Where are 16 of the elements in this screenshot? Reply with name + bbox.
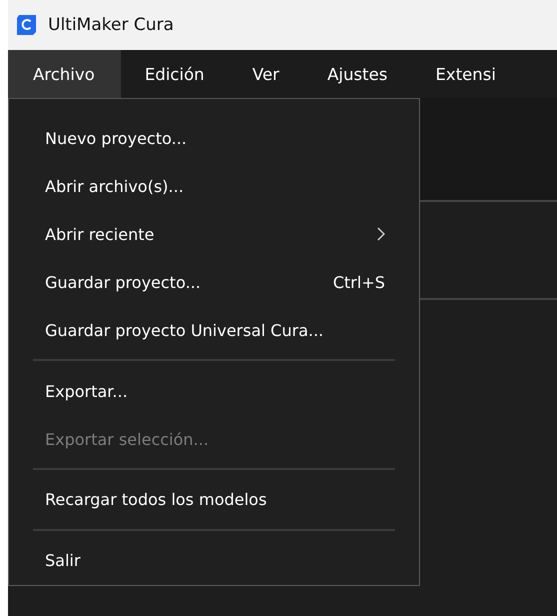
menu-item[interactable]: Exportar... — [9, 367, 419, 416]
app-logo-icon — [16, 14, 38, 36]
menu-item[interactable]: Recargar todos los modelos — [9, 476, 419, 524]
menu-item[interactable]: Salir — [9, 536, 419, 585]
menu-item[interactable]: Abrir archivo(s)... — [9, 162, 419, 210]
menu-bar-item[interactable]: Ajustes — [303, 50, 412, 98]
menu-item[interactable]: Abrir reciente — [9, 210, 419, 258]
menu-item[interactable]: Guardar proyecto Universal Cura... — [9, 306, 419, 354]
menu-bar-item[interactable]: Archivo — [8, 50, 121, 98]
menu-bar-item[interactable]: Edición — [120, 50, 228, 98]
menu-item[interactable]: Guardar proyecto... Ctrl+S — [9, 258, 419, 306]
window-title: UltiMaker Cura — [48, 15, 174, 35]
menu-item[interactable]: Nuevo proyecto... — [9, 114, 419, 162]
shortcut-label: Ctrl+S — [332, 272, 385, 292]
menu-bar-item[interactable]: Extensi — [412, 50, 520, 98]
menu-bar-item[interactable]: Ver — [228, 50, 304, 98]
